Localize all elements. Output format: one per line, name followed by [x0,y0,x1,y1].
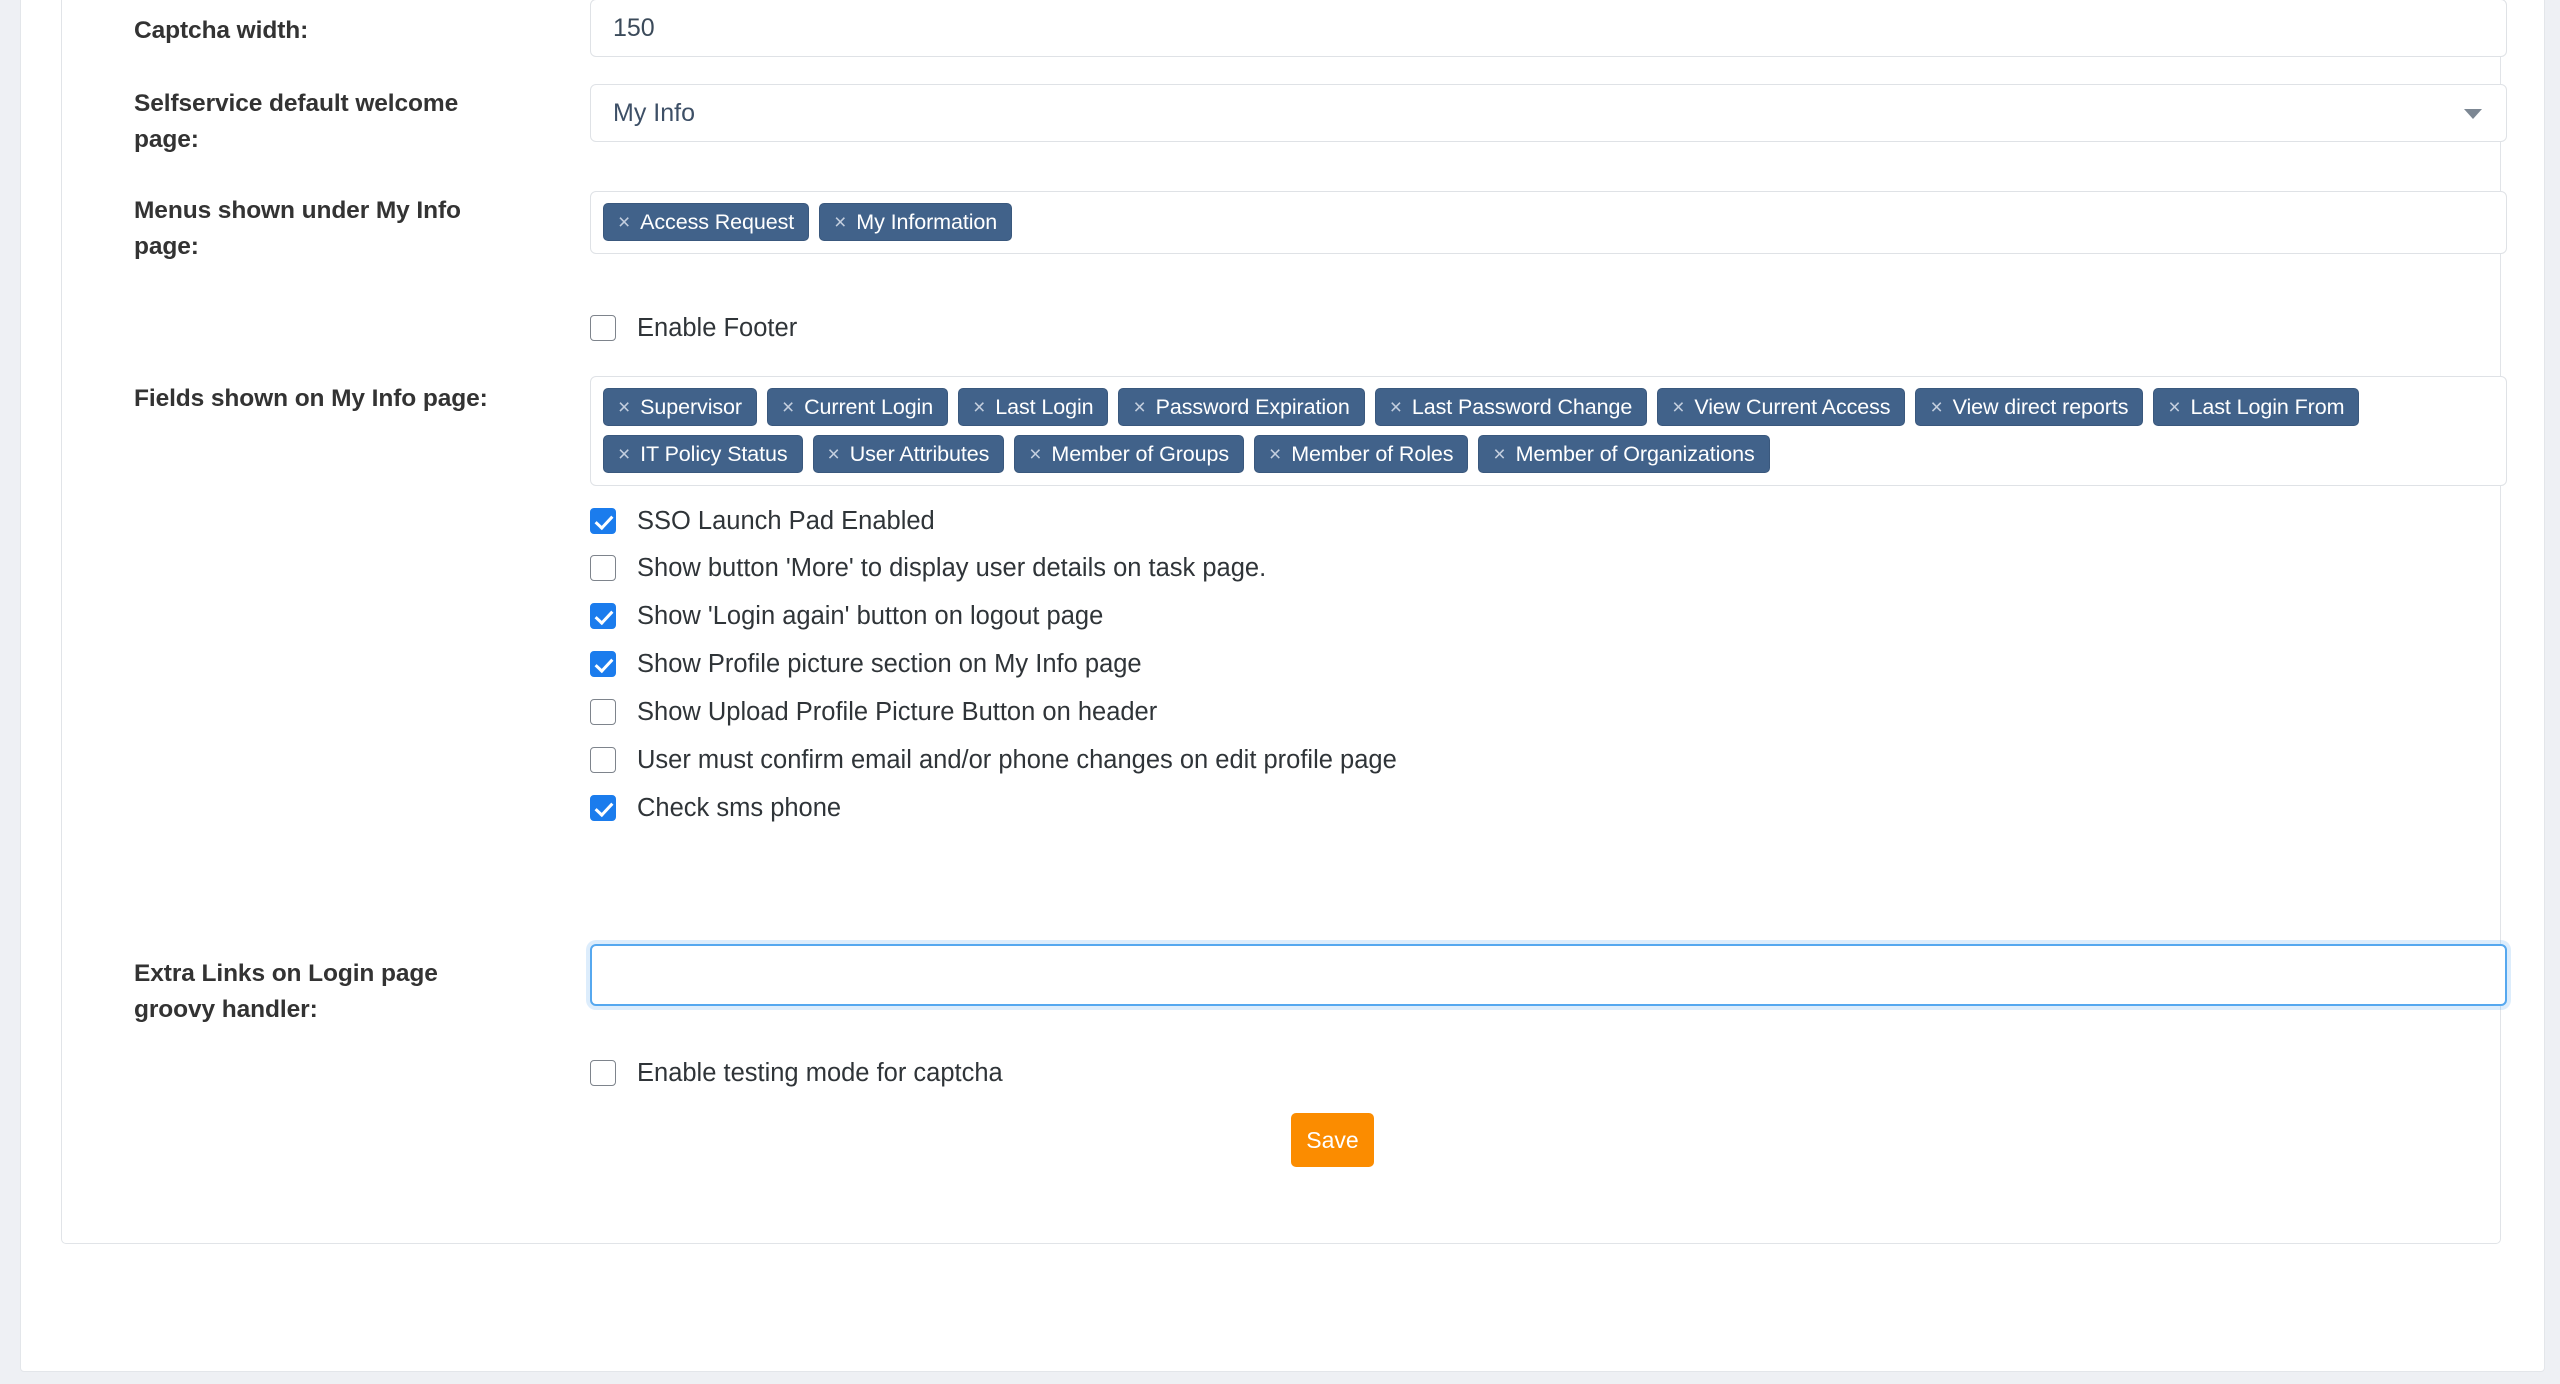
extra-links-input[interactable] [590,944,2507,1006]
tag-chip[interactable]: × Last Login [958,388,1109,426]
toggle-row[interactable]: Show Upload Profile Picture Button on he… [590,697,1157,727]
enable-footer-label: Enable Footer [637,314,798,342]
tag-chip[interactable]: × User Attributes [812,435,1005,473]
tag-label: My Information [856,209,998,234]
tag-chip[interactable]: × Current Login [766,388,949,426]
tag-remove-icon[interactable]: × [618,397,630,418]
toggle-label: Show Profile picture section on My Info … [637,650,1142,678]
toggle-row[interactable]: Show button 'More' to display user detai… [590,553,1266,583]
captcha-width-label: Captcha width: [134,17,309,44]
tag-label: Access Request [640,209,795,234]
selfservice-welcome-page-select[interactable]: My Info [590,84,2507,142]
save-button[interactable]: Save [1291,1113,1374,1167]
extra-links-label: Extra Links on Login page groovy handler… [134,960,438,1023]
selfservice-welcome-page-label: Selfservice default welcome page: [134,90,459,153]
settings-card: Captcha width: Selfservice default welco… [61,0,2507,1244]
tag-chip[interactable]: × Password Expiration [1118,388,1365,426]
tag-chip[interactable]: × Access Request [603,203,810,241]
tag-remove-icon[interactable]: × [828,444,840,465]
toggle-row[interactable]: User must confirm email and/or phone cha… [590,745,1397,775]
toggle-checkbox[interactable] [590,795,616,821]
tag-chip[interactable]: × Member of Groups [1014,435,1245,473]
tag-label: Last Login From [2190,394,2345,419]
enable-testing-captcha-row[interactable]: Enable testing mode for captcha [590,1058,1003,1088]
tag-label: Last Login [995,394,1094,419]
menus-under-my-info-tag-box[interactable]: × Access Request × My Information [590,191,2507,254]
toggle-label: Show Upload Profile Picture Button on he… [637,698,1158,726]
toggle-row[interactable]: Show Profile picture section on My Info … [590,649,1142,679]
menus-under-my-info-label: Menus shown under My Info page: [134,197,461,260]
toggle-row[interactable]: SSO Launch Pad Enabled [590,506,935,536]
tag-label: Current Login [804,394,934,419]
toggle-label: SSO Launch Pad Enabled [637,507,935,535]
toggle-label: Show 'Login again' button on logout page [637,602,1104,630]
tag-remove-icon[interactable]: × [834,212,846,233]
fields-on-my-info-label: Fields shown on My Info page: [134,385,488,412]
tag-label: Password Expiration [1155,394,1350,419]
tag-remove-icon[interactable]: × [782,397,794,418]
tag-label: User Attributes [849,441,990,466]
tag-chip[interactable]: × Last Password Change [1374,388,1648,426]
tag-remove-icon[interactable]: × [1390,397,1402,418]
tag-label: IT Policy Status [640,441,788,466]
tag-chip[interactable]: × Supervisor [603,388,757,426]
tag-chip[interactable]: × View Current Access [1657,388,1906,426]
enable-footer-checkbox[interactable] [590,315,616,341]
tag-remove-icon[interactable]: × [973,397,985,418]
tag-chip[interactable]: × View direct reports [1915,388,2144,426]
toggle-label: Show button 'More' to display user detai… [637,554,1267,582]
tag-chip[interactable]: × Member of Roles [1254,435,1469,473]
tag-label: View Current Access [1694,394,1891,419]
tag-label: Last Password Change [1411,394,1633,419]
selfservice-welcome-page-value: My Info [613,99,695,127]
tag-label: Member of Organizations [1515,441,1755,466]
tag-remove-icon[interactable]: × [618,444,630,465]
tag-label: View direct reports [1952,394,2129,419]
chevron-down-icon [2464,109,2482,119]
toggle-label: User must confirm email and/or phone cha… [637,746,1397,774]
toggle-checkbox[interactable] [590,651,616,677]
toggle-row[interactable]: Check sms phone [590,793,841,823]
toggle-checkbox[interactable] [590,747,616,773]
tag-remove-icon[interactable]: × [1133,397,1145,418]
tag-remove-icon[interactable]: × [1930,397,1942,418]
fields-on-my-info-tag-box[interactable]: × Supervisor × Current Login × Last Login × Pas… [590,376,2507,486]
tag-remove-icon[interactable]: × [618,212,630,233]
captcha-width-input[interactable] [590,0,2507,57]
tag-label: Member of Roles [1291,441,1454,466]
tag-remove-icon[interactable]: × [2168,397,2180,418]
tag-chip[interactable]: × My Information [819,203,1013,241]
tag-label: Supervisor [640,394,742,419]
tag-remove-icon[interactable]: × [1269,444,1281,465]
enable-testing-captcha-checkbox[interactable] [590,1060,616,1086]
toggle-checkbox[interactable] [590,699,616,725]
toggle-label: Check sms phone [637,794,842,822]
enable-footer-row[interactable]: Enable Footer [590,313,797,343]
toggle-checkbox[interactable] [590,555,616,581]
tag-remove-icon[interactable]: × [1029,444,1041,465]
tag-remove-icon[interactable]: × [1672,397,1684,418]
tag-chip[interactable]: × IT Policy Status [603,435,803,473]
tag-label: Member of Groups [1051,441,1230,466]
tag-remove-icon[interactable]: × [1493,444,1505,465]
toggle-row[interactable]: Show 'Login again' button on logout page [590,601,1103,631]
tag-chip[interactable]: × Last Login From [2153,388,2360,426]
page-shell: Captcha width: Selfservice default welco… [20,0,2545,1372]
toggle-checkbox[interactable] [590,508,616,534]
enable-testing-captcha-label: Enable testing mode for captcha [637,1059,1003,1087]
toggle-checkbox[interactable] [590,603,616,629]
tag-chip[interactable]: × Member of Organizations [1478,435,1770,473]
